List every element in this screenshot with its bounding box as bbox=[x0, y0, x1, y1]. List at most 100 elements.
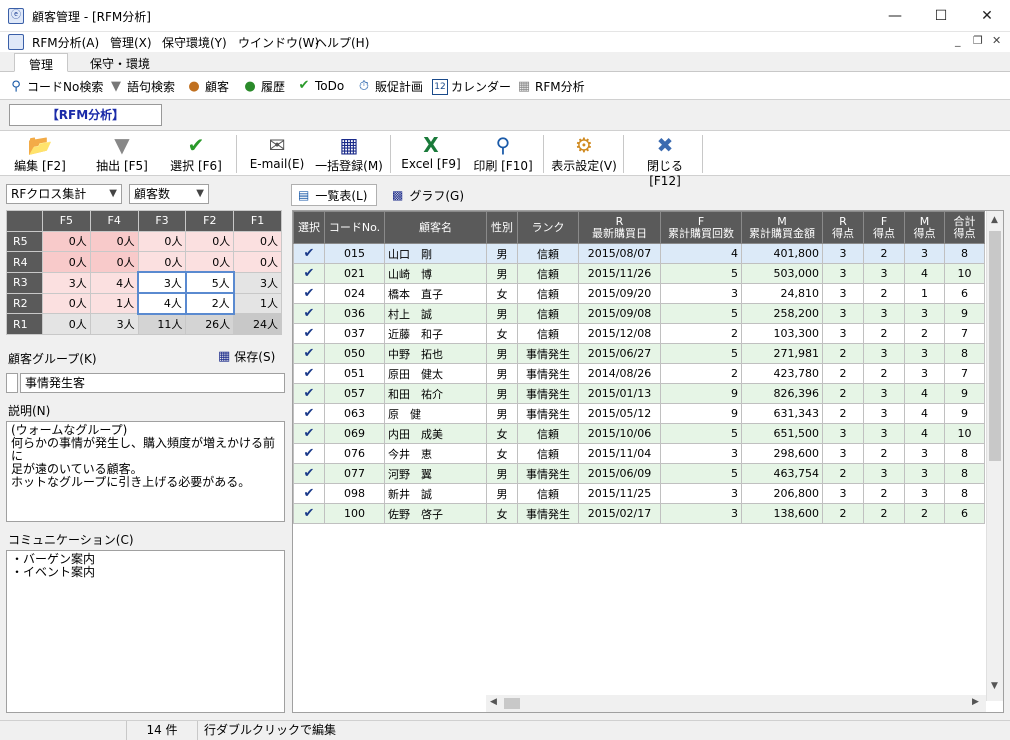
rf-cell-selected[interactable]: 2人 bbox=[184, 292, 235, 315]
close-window-button[interactable]: ✕ bbox=[964, 0, 1010, 32]
table-row[interactable]: ✔ 100 佐野 啓子女事情発生 2015/02/17 3 138,600 2 2 2 6 bbox=[293, 503, 985, 524]
row-check-icon[interactable]: ✔ bbox=[293, 483, 325, 504]
nav-customer[interactable]: ● 顧客 bbox=[186, 78, 229, 95]
table-row[interactable]: ✔ 051 原田 健太男事情発生 2014/08/26 2 423,780 2 2 3 7 bbox=[293, 363, 985, 384]
table-row[interactable]: ✔ 098 新井 誠男信頼 2015/11/25 3 206,800 3 2 3 8 bbox=[293, 483, 985, 504]
rf-cell[interactable]: 24人 bbox=[233, 313, 282, 335]
mdi-restore-icon[interactable]: ❐ bbox=[973, 34, 983, 47]
minimize-button[interactable]: — bbox=[872, 0, 918, 32]
scroll-left-icon[interactable]: ◀ bbox=[490, 697, 497, 707]
print-button[interactable]: ⚲ 印刷 [F10] bbox=[470, 133, 536, 175]
header-col-total-score[interactable]: 合計 得点 bbox=[944, 211, 985, 244]
menu-manage[interactable]: 管理(X) bbox=[110, 34, 152, 51]
table-row[interactable]: ✔ 015 山口 剛男信頼 2015/08/07 4 401,800 3 2 3 8 bbox=[293, 243, 985, 264]
row-check-icon[interactable]: ✔ bbox=[293, 263, 325, 284]
rf-cell[interactable]: 26人 bbox=[185, 313, 235, 335]
header-col-select[interactable]: 選択 bbox=[293, 211, 325, 244]
measure-combo[interactable]: 顧客数 ▼ bbox=[129, 184, 209, 204]
table-row[interactable]: ✔ 036 村上 誠男信頼 2015/09/08 5 258,200 3 3 3 9 bbox=[293, 303, 985, 324]
rf-cell[interactable]: 0人 bbox=[185, 230, 235, 253]
rf-cell[interactable]: 0人 bbox=[137, 230, 187, 253]
rf-cell[interactable]: 0人 bbox=[233, 251, 282, 273]
tab-list[interactable]: ▤ 一覧表(L) bbox=[291, 184, 377, 206]
customer-group-input[interactable]: 事情発生客 bbox=[20, 373, 285, 393]
header-col-f-score[interactable]: F 得点 bbox=[863, 211, 905, 244]
horizontal-scrollbar[interactable]: ◀ ▶ bbox=[486, 695, 986, 712]
row-check-icon[interactable]: ✔ bbox=[293, 463, 325, 484]
rf-cell[interactable]: 1人 bbox=[89, 292, 139, 315]
table-row[interactable]: ✔ 057 和田 祐介男事情発生 2015/01/13 9 826,396 2 3 4 9 bbox=[293, 383, 985, 404]
rf-cell[interactable]: 11人 bbox=[137, 313, 187, 335]
tab-manage[interactable]: 管理 bbox=[14, 53, 69, 72]
header-col-gender[interactable]: 性別 bbox=[486, 211, 518, 244]
nav-rfm[interactable]: ▦ RFM分析 bbox=[516, 78, 585, 95]
menu-window[interactable]: ウインドウ(W) bbox=[238, 34, 319, 51]
nav-promotion[interactable]: ⏱ 販促計画 bbox=[356, 78, 423, 95]
row-check-icon[interactable]: ✔ bbox=[293, 303, 325, 324]
scroll-right-icon[interactable]: ▶ bbox=[972, 697, 979, 707]
row-check-icon[interactable]: ✔ bbox=[293, 343, 325, 364]
bulk-register-button[interactable]: ▦ 一括登録(M) bbox=[314, 133, 384, 175]
scroll-up-icon[interactable]: ▲ bbox=[991, 215, 998, 225]
rf-cell[interactable]: 3人 bbox=[89, 313, 139, 335]
rf-cell[interactable]: 0人 bbox=[137, 251, 187, 273]
rf-cell[interactable]: 0人 bbox=[42, 313, 91, 335]
table-row[interactable]: ✔ 024 橋本 直子女信頼 2015/09/20 3 24,810 3 2 1 6 bbox=[293, 283, 985, 304]
hscroll-thumb[interactable] bbox=[504, 698, 520, 709]
rf-cell[interactable]: 1人 bbox=[233, 292, 282, 315]
description-textarea[interactable]: (ウォームなグループ) 何らかの事情が発生し、購入頻度が増えかける前に 足が遠の… bbox=[6, 421, 285, 522]
tab-graph[interactable]: ▩ グラフ(G) bbox=[386, 184, 476, 206]
nav-todo[interactable]: ✔ ToDo bbox=[296, 78, 345, 94]
maximize-button[interactable]: ☐ bbox=[918, 0, 964, 32]
email-button[interactable]: ✉ E-mail(E) bbox=[248, 133, 306, 175]
select-button[interactable]: ✔ 選択 [F6] bbox=[166, 133, 226, 175]
nav-code-search[interactable]: ⚲ コードNo検索 bbox=[8, 78, 103, 95]
rf-cell[interactable]: 0人 bbox=[42, 230, 91, 253]
table-row[interactable]: ✔ 063 原 健男事情発生 2015/05/12 9 631,343 2 3 4 9 bbox=[293, 403, 985, 424]
row-check-icon[interactable]: ✔ bbox=[293, 403, 325, 424]
header-col-m-amount[interactable]: M 累計購買金額 bbox=[741, 211, 823, 244]
menu-rfm[interactable]: RFM分析(A) bbox=[32, 34, 99, 51]
group-color-swatch[interactable] bbox=[6, 373, 18, 393]
table-row[interactable]: ✔ 037 近藤 和子女信頼 2015/12/08 2 103,300 3 2 2 7 bbox=[293, 323, 985, 344]
row-check-icon[interactable]: ✔ bbox=[293, 243, 325, 264]
rf-cell-selected[interactable]: 3人 bbox=[137, 271, 187, 295]
row-check-icon[interactable]: ✔ bbox=[293, 383, 325, 404]
nav-history[interactable]: ● 履歴 bbox=[242, 78, 285, 95]
row-check-icon[interactable]: ✔ bbox=[293, 423, 325, 444]
row-check-icon[interactable]: ✔ bbox=[293, 323, 325, 344]
header-col-code[interactable]: コードNo. bbox=[324, 211, 385, 244]
row-check-icon[interactable]: ✔ bbox=[293, 503, 325, 524]
table-row[interactable]: ✔ 069 内田 成美女信頼 2015/10/06 5 651,500 3 3 4 10 bbox=[293, 423, 985, 444]
header-col-r-score[interactable]: R 得点 bbox=[822, 211, 864, 244]
rf-cell[interactable]: 0人 bbox=[185, 251, 235, 273]
header-col-m-score[interactable]: M 得点 bbox=[904, 211, 945, 244]
rf-cell[interactable]: 3人 bbox=[233, 271, 282, 294]
rf-cell[interactable]: 0人 bbox=[42, 292, 91, 315]
table-row[interactable]: ✔ 050 中野 拓也男事情発生 2015/06/27 5 271,981 2 3 3 8 bbox=[293, 343, 985, 364]
row-check-icon[interactable]: ✔ bbox=[293, 363, 325, 384]
scroll-down-icon[interactable]: ▼ bbox=[991, 681, 998, 691]
display-settings-button[interactable]: ⚙ 表示設定(V) bbox=[550, 133, 618, 175]
table-row[interactable]: ✔ 077 河野 翼男事情発生 2015/06/09 5 463,754 2 3 3 8 bbox=[293, 463, 985, 484]
rf-cell[interactable]: 3人 bbox=[42, 271, 91, 294]
nav-word-search[interactable]: ▼ 語句検索 bbox=[108, 78, 175, 95]
row-check-icon[interactable]: ✔ bbox=[293, 443, 325, 464]
mdi-close-icon[interactable]: ✕ bbox=[992, 34, 1001, 47]
mdi-minimize-icon[interactable]: _ bbox=[955, 34, 961, 47]
edit-button[interactable]: 📂 編集 [F2] bbox=[12, 133, 68, 175]
excel-button[interactable]: X Excel [F9] bbox=[400, 133, 462, 175]
row-check-icon[interactable]: ✔ bbox=[293, 283, 325, 304]
header-col-name[interactable]: 顧客名 bbox=[384, 211, 487, 244]
aggregation-combo[interactable]: RFクロス集計 ▼ bbox=[6, 184, 122, 204]
header-col-r-date[interactable]: R 最新購買日 bbox=[578, 211, 661, 244]
header-col-f-count[interactable]: F 累計購買回数 bbox=[660, 211, 742, 244]
rf-cell[interactable]: 0人 bbox=[233, 230, 282, 253]
rf-cell-selected[interactable]: 4人 bbox=[137, 292, 187, 315]
nav-calendar[interactable]: 12 カレンダー bbox=[432, 78, 511, 95]
communication-textarea[interactable]: ・バーゲン案内 ・イベント案内 bbox=[6, 550, 285, 713]
vertical-scrollbar[interactable]: ▲ ▼ bbox=[986, 211, 1003, 701]
scroll-thumb[interactable] bbox=[989, 231, 1001, 461]
table-row[interactable]: ✔ 021 山崎 博男信頼 2015/11/26 5 503,000 3 3 4 10 bbox=[293, 263, 985, 284]
menu-maintenance[interactable]: 保守環境(Y) bbox=[162, 34, 227, 51]
